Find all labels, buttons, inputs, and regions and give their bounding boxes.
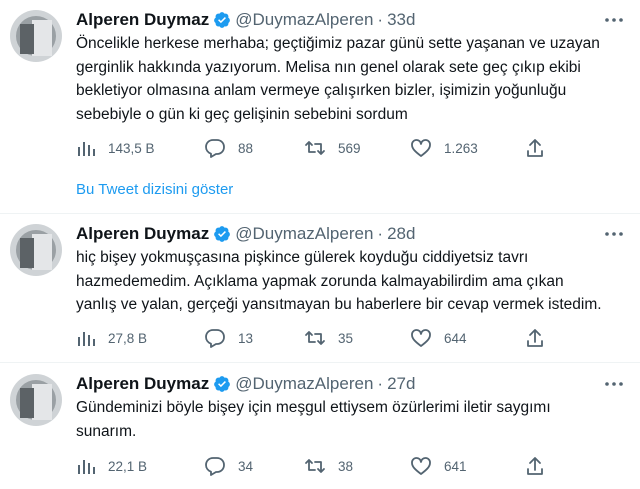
retweet-button[interactable]: 35 [304,327,353,349]
views-count: 22,1 B [108,458,148,474]
retweet-icon [305,141,325,155]
tweet-text-line: sunarım. [76,422,137,440]
tweet-actions: 143,5 B 88 569 1.263 [76,137,556,159]
author-handle[interactable]: @DuymazAlperen [235,224,373,244]
share-button[interactable] [525,137,557,159]
reply-button[interactable]: 34 [204,455,253,477]
tweet-actions: 27,8 B 13 35 644 [76,327,556,349]
views-count: 27,8 B [108,330,148,346]
more-icon [605,18,623,22]
avatar[interactable] [10,10,62,62]
author-handle[interactable]: @DuymazAlperen [235,374,373,394]
more-button[interactable] [602,224,626,244]
tweet-text: Gündeminizi böyle bişey için meşgul etti… [76,396,632,443]
retweet-icon [305,459,325,473]
reply-button[interactable]: 13 [204,327,253,349]
like-button[interactable]: 644 [410,327,467,349]
verified-badge-icon [214,12,231,28]
like-button[interactable]: 1.263 [410,137,478,159]
author-name[interactable]: Alperen Duymaz [76,374,209,394]
retweet-count: 38 [338,458,354,474]
verified-badge-icon [214,226,231,242]
like-icon [411,329,431,347]
tweet-1[interactable]: Alperen Duymaz @DuymazAlperen · 33d Önce… [0,8,640,163]
more-button[interactable] [602,374,626,394]
retweet-count: 35 [338,330,354,346]
views-button[interactable]: 22,1 B [76,455,147,477]
retweet-button[interactable]: 38 [304,455,353,477]
reply-count: 88 [238,140,254,156]
author-name[interactable]: Alperen Duymaz [76,10,209,30]
tweet-text: hiç bişey yokmuşçasına pişkince gülerek … [76,246,632,317]
like-icon [411,457,431,475]
tweet-header: Alperen Duymaz @DuymazAlperen · 27d [76,372,415,396]
like-count: 641 [444,458,467,474]
share-icon [527,139,543,157]
views-icon [78,142,95,156]
views-button[interactable]: 143,5 B [76,137,155,159]
like-count: 1.263 [444,140,478,156]
like-button[interactable]: 641 [410,455,467,477]
separator-dot: · [377,10,384,29]
more-icon [605,232,623,236]
retweet-button[interactable]: 569 [304,137,361,159]
like-icon [411,139,431,157]
reply-icon [205,329,225,348]
reply-icon [205,139,225,158]
separator-dot: · [377,224,384,243]
tweet-header: Alperen Duymaz @DuymazAlperen · 33d [76,8,415,32]
tweet-text-line: Öncelikle herkese merhaba; geçtiğimiz pa… [76,35,600,52]
separator-dot: · [377,374,384,393]
share-icon [527,329,543,347]
tweet-text-line: yanlış ve yalan, gerçeği yansıtmayan bu … [76,296,602,313]
tweet-text-line: hiç bişey yokmuşçasına pişkince gülerek … [76,249,529,266]
reply-count: 34 [238,458,254,474]
tweet-header: Alperen Duymaz @DuymazAlperen · 28d [76,222,415,246]
tweet-time[interactable]: 28d [387,224,415,244]
tweet-3[interactable]: Alperen Duymaz @DuymazAlperen · 27d Günd… [0,372,640,482]
divider [0,213,640,214]
retweet-icon [305,331,325,345]
author-handle[interactable]: @DuymazAlperen [235,10,373,30]
tweet-time[interactable]: 33d [387,10,415,30]
tweet-time[interactable]: 27d [387,374,415,394]
views-count: 143,5 B [108,140,155,156]
share-icon [527,457,543,475]
views-icon [78,460,95,474]
show-thread-link[interactable]: Bu Tweet dizisini göster [76,181,233,198]
author-name[interactable]: Alperen Duymaz [76,224,209,244]
tweet-text-line: hazmedemedim. Açıklama yapmak zorunda ka… [76,272,564,290]
share-button[interactable] [525,455,557,477]
more-icon [605,382,623,386]
tweet-text-line: bekletiyor olmasına anlam vermeye çalışı… [76,82,567,99]
share-button[interactable] [525,327,557,349]
reply-icon [205,457,225,476]
views-icon [78,332,95,346]
tweet-text-line: Gündeminizi böyle bişey için meşgul etti… [76,399,551,416]
avatar[interactable] [10,374,62,426]
views-button[interactable]: 27,8 B [76,327,147,349]
tweet-text: Öncelikle herkese merhaba; geçtiğimiz pa… [76,32,632,126]
reply-count: 13 [238,330,254,346]
divider [0,362,640,363]
verified-badge-icon [214,376,231,392]
more-button[interactable] [602,10,626,30]
tweet-2[interactable]: Alperen Duymaz @DuymazAlperen · 28d hiç … [0,222,640,352]
tweet-text-line: sebebiyle o gün ki geç gelişinin sebebin… [76,105,408,123]
retweet-count: 569 [338,140,361,156]
tweet-text-line: gerginlik hakkında yazıyorum. Melisa nın… [76,58,581,76]
tweet-actions: 22,1 B 34 38 641 [76,455,556,477]
reply-button[interactable]: 88 [204,137,253,159]
avatar[interactable] [10,224,62,276]
like-count: 644 [444,330,467,346]
